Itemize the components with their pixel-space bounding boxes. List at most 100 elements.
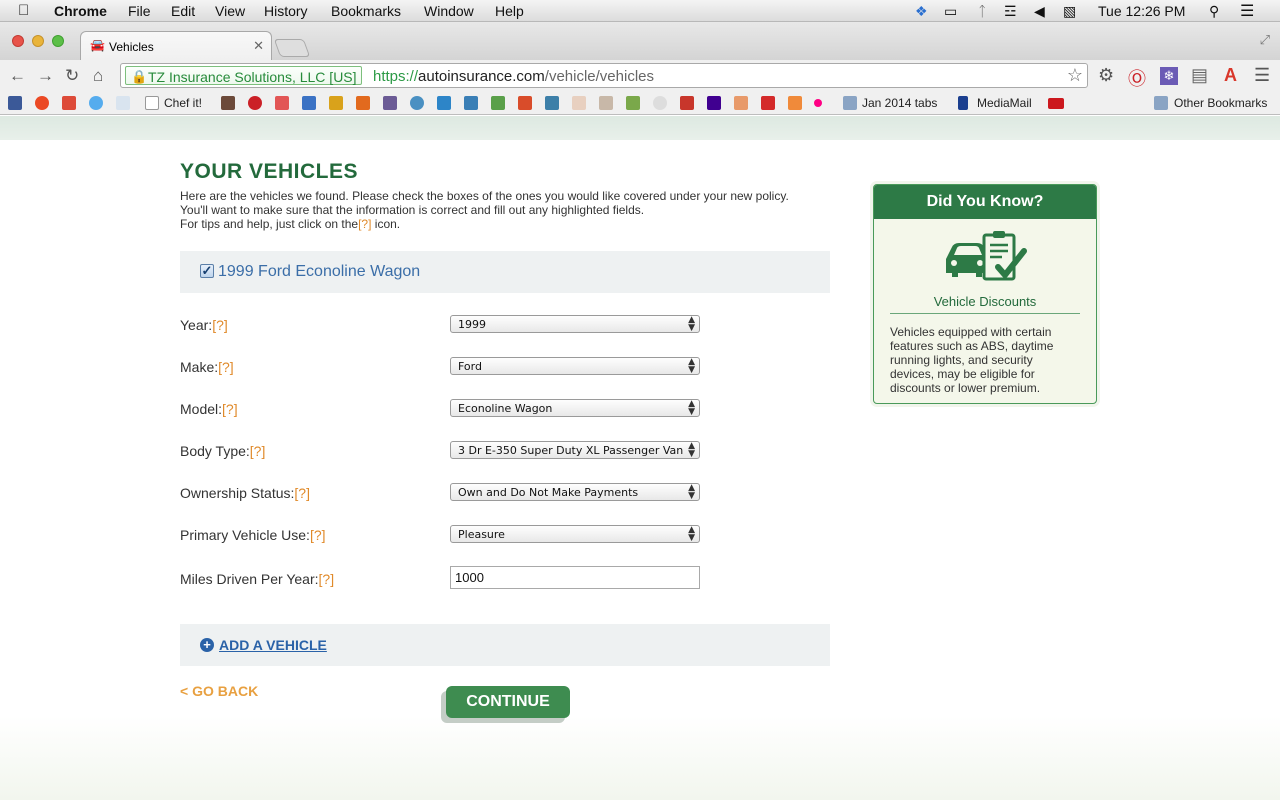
add-vehicle-link[interactable]: ADD A VEHICLE <box>219 637 327 653</box>
help-marker: [?] <box>358 217 372 231</box>
bookmark-chef-it[interactable]: Chef it! <box>164 96 202 110</box>
help-icon[interactable]: [?] <box>212 317 228 333</box>
ev-certificate-badge[interactable]: 🔒 TZ Insurance Solutions, LLC [US] <box>125 66 362 85</box>
page-icon <box>145 96 159 110</box>
zoom-window-button[interactable] <box>52 35 64 47</box>
bookmark-icon-8[interactable] <box>383 96 397 110</box>
paypal-icon <box>958 96 968 110</box>
url-text[interactable]: https://autoinsurance.com/vehicle/vehicl… <box>373 68 654 85</box>
chrome-menu-icon[interactable]: ☰ <box>1254 65 1270 86</box>
menu-bookmarks[interactable]: Bookmarks <box>331 3 401 19</box>
help-icon[interactable]: [?] <box>319 571 335 587</box>
facebook-icon[interactable] <box>8 96 22 110</box>
ruler-extension-icon[interactable]: ▤ <box>1191 65 1208 86</box>
bookmark-icon-21[interactable] <box>734 96 748 110</box>
bookmark-icon-16[interactable] <box>599 96 613 110</box>
youtube-icon[interactable] <box>1048 98 1064 109</box>
bookmark-icon-13[interactable] <box>518 96 532 110</box>
clock[interactable]: Tue 12:26 PM <box>1098 3 1185 19</box>
instagram-icon[interactable] <box>221 96 235 110</box>
gmail-icon[interactable] <box>680 96 694 110</box>
flickr-icon[interactable] <box>814 99 822 107</box>
bookmark-icon-22[interactable] <box>761 96 775 110</box>
etsy-icon[interactable] <box>356 96 370 110</box>
home-icon[interactable]: ⌂ <box>93 66 103 86</box>
bookmark-icon-14[interactable] <box>545 96 559 110</box>
notification-center-icon[interactable]: ☰ <box>1240 1 1254 21</box>
select-arrows-icon: ▲ ▼ <box>688 315 695 333</box>
divider <box>890 313 1080 314</box>
ownership-status-select[interactable]: Own and Do Not Make Payments ▲ ▼ <box>450 483 700 501</box>
address-bar[interactable]: 🔒 TZ Insurance Solutions, LLC [US] https… <box>120 63 1088 88</box>
model-select[interactable]: Econoline Wagon ▲ ▼ <box>450 399 700 417</box>
bookmark-icon-12[interactable] <box>491 96 505 110</box>
back-arrow-icon[interactable]: ← <box>9 66 26 86</box>
apple-menu-icon[interactable]:  <box>18 2 29 19</box>
acrobat-extension-icon[interactable]: A <box>1224 65 1237 86</box>
tab-vehicles[interactable]: 🚘 Vehicles ✕ <box>80 31 272 60</box>
vehicle-checkbox[interactable]: ✓ <box>200 264 214 278</box>
bookmark-icon-6[interactable] <box>329 96 343 110</box>
vehicle-name[interactable]: 1999 Ford Econoline Wagon <box>218 263 420 281</box>
pinterest-extension-icon[interactable]: Ⓞ <box>1128 65 1146 91</box>
dropbox-icon[interactable]: ❖ <box>915 3 928 20</box>
bookmark-icon-4[interactable] <box>275 96 289 110</box>
menu-help[interactable]: Help <box>495 3 524 19</box>
yahoo-icon[interactable] <box>707 96 721 110</box>
help-icon[interactable]: [?] <box>310 527 326 543</box>
airplay-icon[interactable]: ▭ <box>944 3 957 20</box>
menu-window[interactable]: Window <box>424 3 474 19</box>
plus-circle-icon[interactable]: + <box>200 638 214 652</box>
twitter-icon[interactable] <box>89 96 103 110</box>
app-menu[interactable]: Chrome <box>54 3 107 19</box>
reload-icon[interactable]: ↻ <box>65 66 79 86</box>
bookmark-icon-5[interactable] <box>302 96 316 110</box>
bookmark-icon-23[interactable] <box>788 96 802 110</box>
tab-close-icon[interactable]: ✕ <box>253 38 264 54</box>
menu-history[interactable]: History <box>264 3 308 19</box>
bookmark-icon-10[interactable] <box>437 96 451 110</box>
field-label: Miles Driven Per Year:[?] <box>180 571 335 587</box>
continue-button[interactable]: CONTINUE <box>446 686 570 718</box>
minimize-window-button[interactable] <box>32 35 44 47</box>
help-icon[interactable]: [?] <box>294 485 310 501</box>
close-window-button[interactable] <box>12 35 24 47</box>
go-back-link[interactable]: < GO BACK <box>180 683 258 699</box>
bookmark-icon-17[interactable] <box>626 96 640 110</box>
help-icon[interactable]: [?] <box>218 359 234 375</box>
help-icon[interactable]: [?] <box>222 401 238 417</box>
bookmark-other-bookmarks[interactable]: Other Bookmarks <box>1174 96 1267 110</box>
stumbleupon-icon[interactable] <box>35 96 49 110</box>
ft-icon[interactable] <box>116 96 130 110</box>
menu-view[interactable]: View <box>215 3 245 19</box>
body-type-select[interactable]: 3 Dr E-350 Super Duty XL Passenger Van ▲ ▼ <box>450 441 700 459</box>
bookmark-mediamail[interactable]: MediaMail <box>977 96 1032 110</box>
forward-arrow-icon[interactable]: → <box>37 66 54 86</box>
globe-icon[interactable] <box>410 96 424 110</box>
make-select[interactable]: Ford ▲ ▼ <box>450 357 700 375</box>
snowflake-extension-icon[interactable]: ❄ <box>1160 67 1178 85</box>
google-plus-icon[interactable] <box>62 96 76 110</box>
new-tab-button[interactable] <box>273 39 311 57</box>
settings-gear-icon[interactable]: ⚙ <box>1098 65 1114 86</box>
battery-icon[interactable]: ▧ <box>1063 3 1076 20</box>
bookmark-icon-11[interactable] <box>464 96 478 110</box>
bookmark-jan-2014-tabs[interactable]: Jan 2014 tabs <box>862 96 937 110</box>
bluetooth-icon[interactable]: ᛏ <box>978 3 986 19</box>
help-icon[interactable]: [?] <box>250 443 266 459</box>
spotlight-icon[interactable]: ⚲ <box>1209 3 1219 20</box>
select-arrows-icon: ▲ ▼ <box>688 399 695 417</box>
volume-icon[interactable]: ◀ <box>1034 3 1045 20</box>
bookmark-star-icon[interactable]: ☆ <box>1067 65 1083 86</box>
mac-menubar:  Chrome File Edit View History Bookmark… <box>0 0 1280 22</box>
fullscreen-icon[interactable]: ⤢ <box>1260 32 1270 48</box>
bookmark-icon-15[interactable] <box>572 96 586 110</box>
wifi-icon[interactable]: ☲ <box>1004 3 1017 20</box>
menu-file[interactable]: File <box>128 3 151 19</box>
miles-driven-input[interactable]: 1000 <box>450 566 700 589</box>
pinterest-icon[interactable] <box>248 96 262 110</box>
bookmark-icon-18[interactable] <box>653 96 667 110</box>
primary-vehicle-use-select[interactable]: Pleasure ▲ ▼ <box>450 525 700 543</box>
menu-edit[interactable]: Edit <box>171 3 195 19</box>
year-select[interactable]: 1999 ▲ ▼ <box>450 315 700 333</box>
